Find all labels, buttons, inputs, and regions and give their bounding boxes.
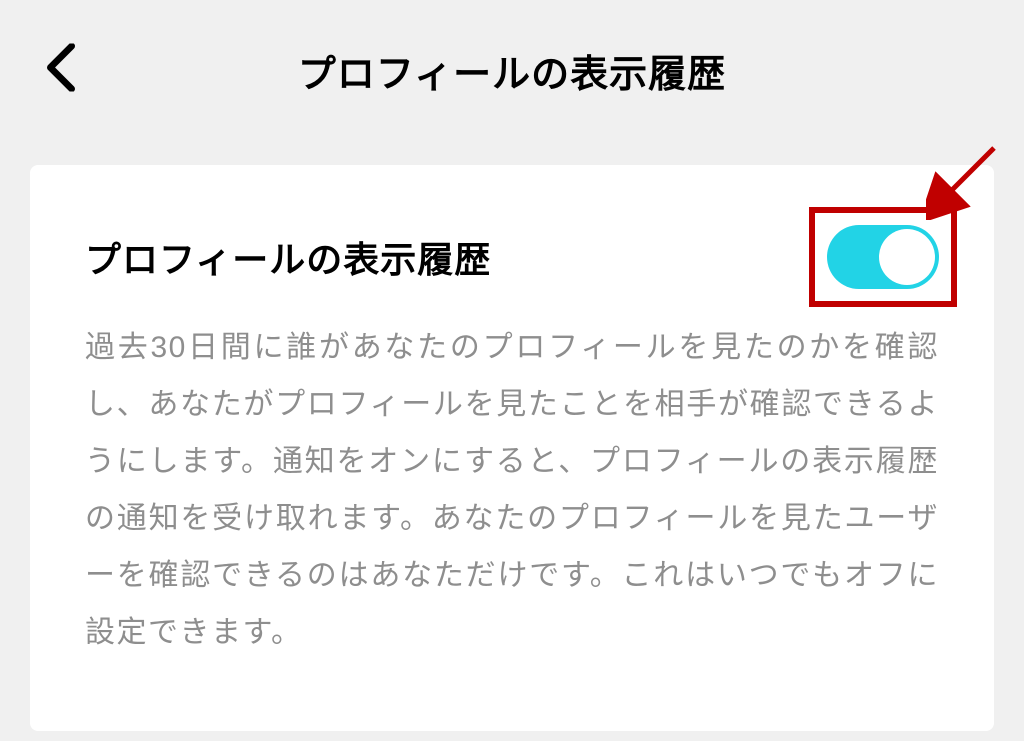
setting-row: プロフィールの表示履歴 (85, 225, 939, 289)
header: プロフィールの表示履歴 (0, 0, 1024, 140)
back-button[interactable] (45, 44, 77, 97)
settings-card: プロフィールの表示履歴 過去30日間に誰があなたのプロフィールを見たのかを確認し… (30, 165, 994, 731)
chevron-left-icon (45, 44, 77, 92)
toggle-knob (879, 229, 935, 285)
profile-view-history-toggle[interactable] (827, 225, 939, 289)
setting-description: 過去30日間に誰があなたのプロフィールを見たのかを確認し、あなたがプロフィールを… (85, 319, 939, 661)
setting-title: プロフィールの表示履歴 (85, 231, 491, 283)
page-title: プロフィールの表示履歴 (40, 43, 984, 98)
toggle-container (827, 225, 939, 289)
